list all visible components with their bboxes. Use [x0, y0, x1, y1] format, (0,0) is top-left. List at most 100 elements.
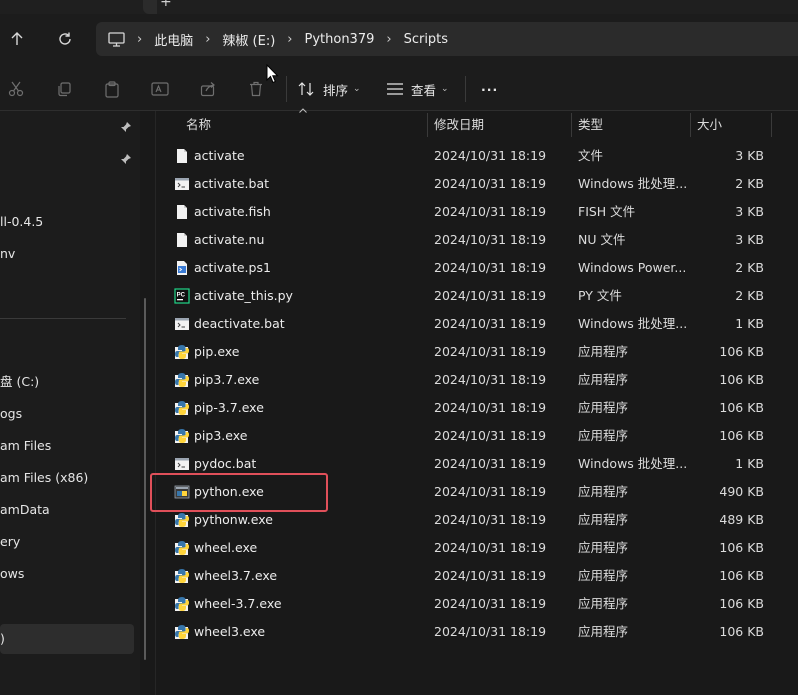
breadcrumb[interactable]: › 此电脑 › 辣椒 (E:) › Python379 › Scripts	[96, 22, 798, 56]
breadcrumb-item-python379[interactable]: Python379	[305, 32, 375, 47]
python-exe-icon	[174, 344, 190, 360]
cut-icon[interactable]	[6, 80, 26, 98]
column-header-modified[interactable]: 修改日期	[434, 113, 484, 137]
view-button[interactable]: 查看 ⌄	[386, 78, 449, 100]
file-size: 106 KB	[719, 428, 764, 443]
sort-button[interactable]: 排序 ⌄	[298, 78, 361, 100]
file-size: 489 KB	[719, 512, 764, 527]
file-row[interactable]: deactivate.bat 2024/10/31 18:19 Windows 批处…	[160, 310, 780, 338]
file-type: Windows 批处理...	[578, 316, 688, 331]
file-size: 1 KB	[735, 456, 764, 471]
file-type: 应用程序	[578, 568, 629, 583]
sidebar-item[interactable]: am Files	[0, 434, 51, 458]
file-size: 3 KB	[735, 204, 764, 219]
file-modified: 2024/10/31 18:19	[434, 316, 547, 331]
sidebar-item[interactable]: ll-0.4.5	[0, 210, 43, 234]
column-header-name[interactable]: 名称	[186, 113, 211, 137]
breadcrumb-item-scripts[interactable]: Scripts	[404, 32, 448, 47]
sidebar-item-selected[interactable]	[0, 624, 134, 654]
up-arrow-icon[interactable]	[2, 24, 32, 54]
view-label: 查看	[411, 82, 437, 98]
file-size: 3 KB	[735, 148, 764, 163]
rename-icon[interactable]	[150, 80, 170, 98]
file-modified: 2024/10/31 18:19	[434, 540, 547, 555]
pycharm-file-icon: PC	[174, 288, 190, 304]
file-row[interactable]: activate 2024/10/31 18:19 文件 3 KB	[160, 142, 780, 170]
sort-ascending-icon	[299, 108, 307, 113]
sidebar-scrollbar[interactable]	[144, 298, 146, 660]
file-row[interactable]: PC activate_this.py 2024/10/31 18:19 PY 文件 2…	[160, 282, 780, 310]
file-row[interactable]: wheel3.exe 2024/10/31 18:19 应用程序 106 KB	[160, 618, 780, 646]
file-row[interactable]: pip-3.7.exe 2024/10/31 18:19 应用程序 106 KB	[160, 394, 780, 422]
file-name: pip3.exe	[194, 428, 248, 443]
column-header-type[interactable]: 类型	[578, 113, 603, 137]
toolbar-divider	[465, 76, 466, 102]
sidebar-item[interactable]: am Files (x86)	[0, 466, 88, 490]
file-modified: 2024/10/31 18:19	[434, 456, 547, 471]
sidebar-item[interactable]: nv	[0, 242, 15, 266]
file-type: 应用程序	[578, 512, 629, 527]
file-icon	[174, 232, 190, 248]
tab-strip: +	[0, 0, 798, 14]
sidebar-item[interactable]: ogs	[0, 402, 22, 426]
file-size: 106 KB	[719, 624, 764, 639]
batch-file-icon	[174, 316, 190, 332]
python-exe-icon	[174, 372, 190, 388]
pin-icon[interactable]	[120, 121, 132, 133]
file-row[interactable]: wheel.exe 2024/10/31 18:19 应用程序 106 KB	[160, 534, 780, 562]
more-options-button[interactable]: ···	[481, 78, 498, 100]
new-tab-icon[interactable]: +	[160, 0, 172, 10]
file-name: wheel.exe	[194, 540, 258, 555]
file-row[interactable]: pip3.exe 2024/10/31 18:19 应用程序 106 KB	[160, 422, 780, 450]
highlight-box	[150, 473, 328, 512]
column-divider[interactable]	[771, 113, 772, 137]
sidebar-item[interactable]: amData	[0, 498, 50, 522]
refresh-icon[interactable]	[50, 24, 80, 54]
sort-label: 排序	[323, 82, 349, 98]
sidebar-item-drive-c[interactable]: 盘 (C:)	[0, 370, 39, 394]
column-divider[interactable]	[690, 113, 691, 137]
python-exe-icon	[174, 428, 190, 444]
breadcrumb-item-drive-e[interactable]: 辣椒 (E:)	[222, 30, 275, 49]
file-size: 106 KB	[719, 568, 764, 583]
chevron-down-icon: ⌄	[353, 84, 361, 94]
delete-icon[interactable]	[246, 80, 266, 98]
sidebar-item-selected-label: )	[0, 631, 5, 646]
file-row[interactable]: pip3.7.exe 2024/10/31 18:19 应用程序 106 KB	[160, 366, 780, 394]
file-row[interactable]: activate.nu 2024/10/31 18:19 NU 文件 3 KB	[160, 226, 780, 254]
file-modified: 2024/10/31 18:19	[434, 148, 547, 163]
file-size: 106 KB	[719, 372, 764, 387]
share-icon[interactable]	[198, 80, 218, 98]
file-row[interactable]: activate.ps1 2024/10/31 18:19 Windows Powe…	[160, 254, 780, 282]
file-name: activate.ps1	[194, 260, 271, 275]
file-modified: 2024/10/31 18:19	[434, 596, 547, 611]
file-type: 应用程序	[578, 624, 629, 639]
file-size: 2 KB	[735, 260, 764, 275]
column-divider[interactable]	[571, 113, 572, 137]
chevron-down-icon: ⌄	[441, 84, 449, 94]
file-name: activate.nu	[194, 232, 265, 247]
breadcrumb-item-this-pc[interactable]: 此电脑	[154, 30, 193, 49]
file-row[interactable]: pip.exe 2024/10/31 18:19 应用程序 106 KB	[160, 338, 780, 366]
file-modified: 2024/10/31 18:19	[434, 204, 547, 219]
file-type: 应用程序	[578, 400, 629, 415]
file-row[interactable]: activate.fish 2024/10/31 18:19 FISH 文件 3 KB	[160, 198, 780, 226]
column-header-size[interactable]: 大小	[697, 113, 722, 137]
sidebar-item[interactable]: ows	[0, 562, 24, 586]
powershell-file-icon	[174, 260, 190, 276]
copy-icon[interactable]	[54, 80, 74, 98]
file-modified: 2024/10/31 18:19	[434, 400, 547, 415]
file-modified: 2024/10/31 18:19	[434, 232, 547, 247]
column-divider[interactable]	[427, 113, 428, 137]
file-row[interactable]: wheel-3.7.exe 2024/10/31 18:19 应用程序 106 KB	[160, 590, 780, 618]
file-type: 应用程序	[578, 540, 629, 555]
file-name: pip-3.7.exe	[194, 400, 264, 415]
paste-icon[interactable]	[102, 80, 122, 98]
pin-icon[interactable]	[120, 153, 132, 165]
sidebar-item[interactable]: ery	[0, 530, 20, 554]
file-row[interactable]: wheel3.7.exe 2024/10/31 18:19 应用程序 106 KB	[160, 562, 780, 590]
file-size: 490 KB	[719, 484, 764, 499]
file-row[interactable]: activate.bat 2024/10/31 18:19 Windows 批处理.…	[160, 170, 780, 198]
python-exe-icon	[174, 540, 190, 556]
file-modified: 2024/10/31 18:19	[434, 344, 547, 359]
